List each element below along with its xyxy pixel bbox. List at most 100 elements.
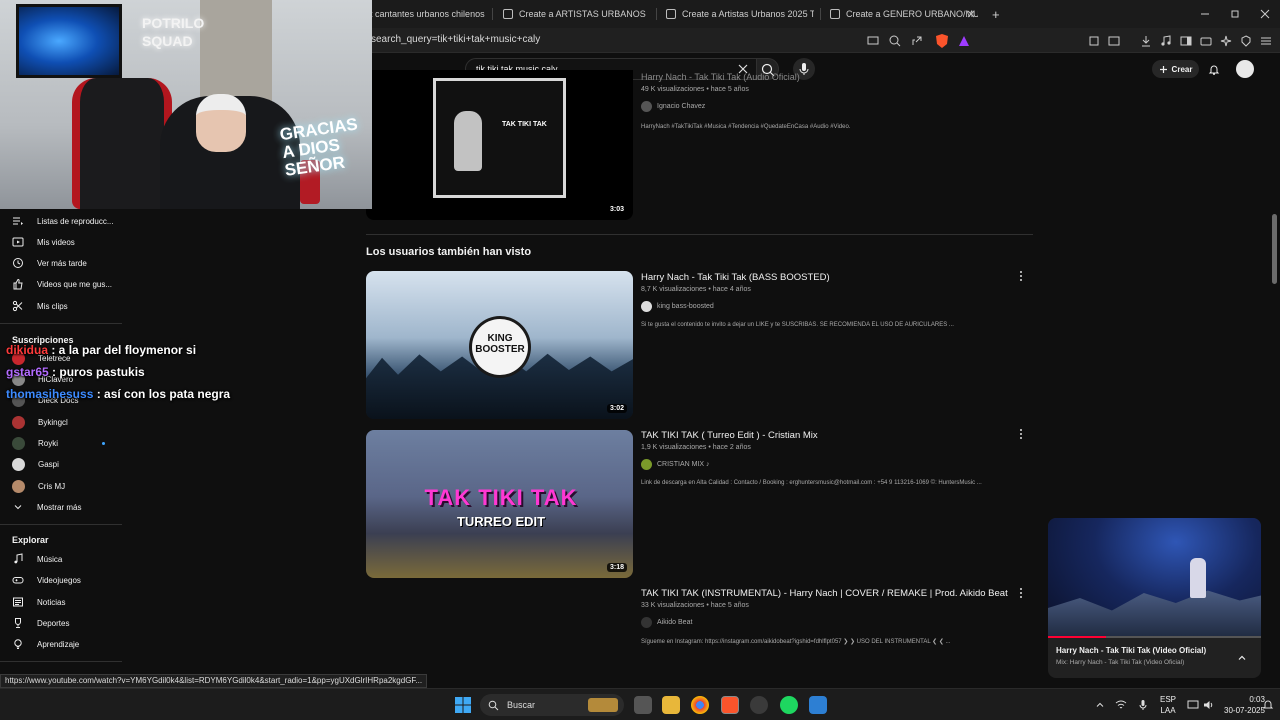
sidebar-item-gaming[interactable]: Videojuegos (12, 571, 81, 589)
miniplayer-video[interactable] (1048, 518, 1261, 638)
sidebar-sub-item[interactable]: Gaspi (12, 455, 59, 473)
video-meta: 49 K visualizaciones • hace 5 años (641, 86, 749, 93)
vpn-shield-icon[interactable] (1239, 34, 1253, 48)
channel-link[interactable]: Ignacio Chavez (641, 101, 705, 112)
sidebar-item-liked[interactable]: Videos que me gus... (12, 275, 112, 293)
video-thumbnail[interactable]: TAK TIKI TAK TURREO EDIT 3:18 (366, 430, 633, 578)
url-text[interactable]: search_query=tik+tiki+tak+music+caly (371, 34, 540, 45)
sidebar-item-my-videos[interactable]: Mis videos (12, 233, 75, 251)
extensions-icon[interactable] (1087, 34, 1101, 48)
sidebar-item-label: Gaspi (38, 459, 59, 469)
restore-icon[interactable] (1228, 7, 1242, 21)
sidebar-sub-item[interactable]: Cris MJ (12, 477, 65, 495)
news-icon (13, 597, 23, 607)
progress-bar[interactable] (1048, 636, 1261, 638)
avatar[interactable] (1236, 60, 1254, 78)
display-icon[interactable] (1187, 699, 1199, 711)
show-more-label: Mostrar más (37, 502, 82, 512)
chevron-up-icon[interactable] (1094, 699, 1106, 711)
network-icon[interactable] (1115, 699, 1127, 711)
chrome-icon[interactable] (691, 696, 709, 714)
scrollbar-thumb[interactable] (1272, 214, 1277, 284)
more-options-icon[interactable] (1017, 428, 1025, 440)
notifications-icon[interactable] (1207, 62, 1221, 76)
search-highlight-icon (588, 698, 618, 712)
microphone-icon[interactable] (1137, 699, 1149, 711)
channel-link[interactable]: Aikido Beat (641, 617, 692, 628)
duration-badge: 3:18 (606, 563, 627, 572)
system-clock[interactable]: 0:03 30-07-2025 (1224, 694, 1265, 716)
sidebar-item-label: Listas de reproducc... (37, 216, 114, 226)
miniplayer[interactable]: Harry Nach - Tak Tiki Tak (Video Oficial… (1048, 518, 1261, 678)
minimize-icon[interactable] (1198, 7, 1212, 21)
sidebar-item-news[interactable]: Noticias (12, 593, 65, 611)
sidebar-item-music[interactable]: Música (12, 550, 62, 568)
taskbar-search[interactable]: Buscar (480, 694, 624, 716)
sidebar-sub-item[interactable]: Bykingcl (12, 413, 68, 431)
media-icon[interactable] (1159, 34, 1173, 48)
video-title[interactable]: Harry Nach - Tak Tiki Tak (BASS BOOSTED) (641, 272, 830, 283)
browser-tab[interactable]: t cantantes urbanos chilenos 20 (370, 4, 486, 24)
windows-start-icon[interactable] (454, 696, 472, 714)
neon-sign: POTRILO SQUAD (142, 15, 205, 49)
more-options-icon[interactable] (1017, 587, 1025, 599)
notepad-icon[interactable] (809, 696, 827, 714)
share-icon[interactable] (910, 34, 924, 48)
video-thumbnail[interactable]: TAK TIKI TAK 3:03 (366, 70, 633, 220)
browser-tab[interactable]: Create a ARTISTAS URBANOS CHILE T (503, 4, 648, 24)
close-tab-icon[interactable] (964, 7, 978, 21)
browser-tab[interactable]: Create a Artistas Urbanos 2025 Tier L (666, 4, 814, 24)
channel-link[interactable]: CRISTIAN MIX ♪ (641, 459, 710, 470)
wallet-icon[interactable] (1199, 34, 1213, 48)
channel-link[interactable]: king bass-boosted (641, 301, 714, 312)
leo-ai-icon[interactable] (1219, 34, 1233, 48)
sidebar-item-watch-later[interactable]: Ver más tarde (12, 254, 87, 272)
brave-rewards-icon[interactable] (957, 34, 971, 48)
menu-icon[interactable] (1259, 34, 1273, 48)
sidebar-item-sports[interactable]: Deportes (12, 614, 69, 632)
plus-icon (1159, 65, 1167, 73)
video-title[interactable]: TAK TIKI TAK ( Turreo Edit ) - Cristian … (641, 430, 818, 441)
screenshot-icon[interactable] (1107, 34, 1121, 48)
brave-shield-icon[interactable] (934, 33, 950, 49)
channel-avatar (12, 436, 25, 450)
chat-username: gstar65 (6, 365, 49, 379)
spotify-icon[interactable] (780, 696, 798, 714)
language-indicator[interactable]: ESP LAA (1160, 694, 1176, 716)
video-thumbnail[interactable]: KING BOOSTER 3:02 (366, 271, 633, 419)
brave-icon[interactable] (721, 696, 739, 714)
file-explorer-icon[interactable] (662, 696, 680, 714)
trophy-icon (15, 618, 21, 628)
sidebar-item-learning[interactable]: Aprendizaje (12, 635, 79, 653)
video-title[interactable]: Harry Nach - Tak Tiki Tak (Audio Oficial… (641, 72, 800, 82)
section-title: Los usuarios también han visto (366, 246, 532, 258)
download-icon[interactable] (1139, 34, 1153, 48)
volume-icon[interactable] (1203, 699, 1215, 711)
task-view-icon[interactable] (634, 696, 652, 714)
close-window-icon[interactable] (1258, 7, 1272, 21)
logo-circle: KING BOOSTER (472, 319, 528, 375)
chat-username: dikidua (6, 343, 49, 357)
bulb-icon (14, 639, 22, 649)
cast-icon[interactable] (866, 34, 880, 48)
browser-tab[interactable]: Create a GENERO URBANO/MUSICO (830, 4, 978, 24)
zoom-icon[interactable] (888, 34, 902, 48)
video-title[interactable]: TAK TIKI TAK (INSTRUMENTAL) - Harry Nach… (641, 588, 1008, 599)
show-more-button[interactable]: Mostrar más (12, 498, 81, 516)
miniplayer-subtitle: Mix: Harry Nach - Tak Tiki Tak (Video Of… (1056, 659, 1185, 666)
sidebar-item-clips[interactable]: Mis clips (12, 297, 68, 315)
sidebar-item-playlists[interactable]: Listas de reproducc... (12, 212, 113, 230)
tv-screen (16, 4, 122, 78)
channel-name: Aikido Beat (657, 619, 693, 626)
sidebar-toggle-icon[interactable] (1179, 34, 1193, 48)
notification-center-icon[interactable] (1262, 699, 1274, 711)
channel-avatar (12, 457, 25, 471)
new-tab-button[interactable]: + (992, 4, 1004, 24)
create-button[interactable]: Crear (1152, 60, 1199, 78)
obs-icon[interactable] (750, 696, 768, 714)
more-options-icon[interactable] (1017, 270, 1025, 282)
chat-message: dikidua : a la par del floymenor si (6, 343, 196, 357)
chevron-up-icon[interactable] (1236, 652, 1248, 664)
tab-separator (492, 8, 493, 20)
sidebar-sub-item[interactable]: Royki (12, 434, 58, 452)
